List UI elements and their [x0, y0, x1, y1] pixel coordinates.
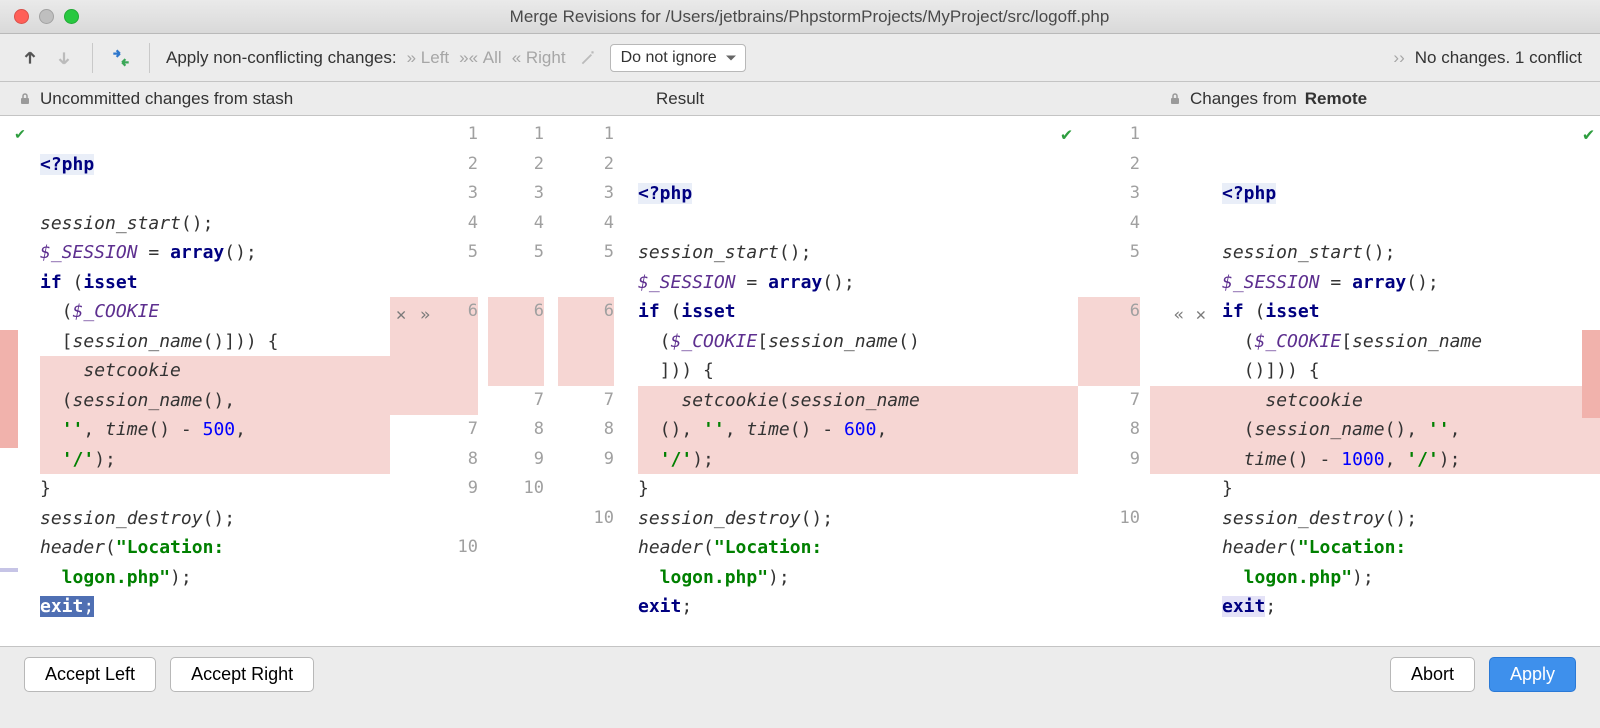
reject-left-icon[interactable]: ✕: [396, 301, 406, 331]
minimize-window-button[interactable]: [39, 9, 54, 24]
prev-diff-icon[interactable]: [18, 46, 42, 70]
check-icon: ✔: [1061, 120, 1072, 150]
window-titlebar: Merge Revisions for /Users/jetbrains/Php…: [0, 0, 1600, 34]
right-pane-header: Changes from Remote: [1150, 89, 1600, 109]
apply-nonconflict-label: Apply non-conflicting changes:: [166, 48, 397, 68]
traffic-lights: [0, 9, 79, 24]
ignore-whitespace-combo[interactable]: Do not ignore: [610, 44, 746, 72]
combo-value: Do not ignore: [621, 49, 717, 66]
merge-toolbar: Apply non-conflicting changes: » Left »«…: [0, 34, 1600, 82]
merge-diff-body: ✔ <?php session_start(); $_SESSION = arr…: [0, 116, 1600, 646]
lock-icon: [1168, 92, 1182, 106]
right-gutter: 12345 6«✕ 789 10: [1078, 116, 1150, 646]
close-window-button[interactable]: [14, 9, 29, 24]
left-marker-strip: ✔: [0, 116, 40, 646]
apply-button[interactable]: Apply: [1489, 657, 1576, 692]
apply-right-button[interactable]: « Right: [512, 48, 566, 68]
check-icon: ✔: [14, 126, 26, 143]
left-pane-header: Uncommitted changes from stash: [0, 89, 488, 109]
left-gutter: 12345 ✕»6 789 10: [390, 116, 488, 646]
separator: [92, 43, 93, 73]
separator: [149, 43, 150, 73]
right-code-pane[interactable]: ✔ <?php session_start(); $_SESSION = arr…: [1150, 116, 1600, 646]
magic-wand-icon[interactable]: [576, 46, 600, 70]
zoom-window-button[interactable]: [64, 9, 79, 24]
magic-resolve-icon[interactable]: [109, 46, 133, 70]
next-diff-icon[interactable]: [52, 46, 76, 70]
php-tag: <?php: [40, 154, 94, 175]
dialog-footer: Accept Left Accept Right Abort Apply: [0, 646, 1600, 702]
pane-headers: Uncommitted changes from stash Result Ch…: [0, 82, 1600, 116]
result-pane-title: Result: [656, 89, 704, 109]
middle-gutter: 12345 6 78910 12345 6 789 10: [488, 116, 638, 646]
window-title: Merge Revisions for /Users/jetbrains/Php…: [79, 7, 1600, 27]
left-pane-title: Uncommitted changes from stash: [40, 89, 293, 109]
merge-status: No changes. 1 conflict: [1415, 48, 1582, 68]
right-pane-title-prefix: Changes from: [1190, 89, 1297, 109]
abort-button[interactable]: Abort: [1390, 657, 1475, 692]
accept-left-button[interactable]: Accept Left: [24, 657, 156, 692]
right-pane-title-bold: Remote: [1305, 89, 1367, 109]
next-change-chevrons-icon[interactable]: ››: [1393, 48, 1404, 68]
lock-icon: [18, 92, 32, 106]
apply-all-button[interactable]: »« All: [459, 48, 502, 68]
result-pane-header: Result: [638, 89, 1078, 109]
accept-left-chunk-icon[interactable]: »: [420, 301, 430, 331]
accept-right-button[interactable]: Accept Right: [170, 657, 314, 692]
apply-left-button[interactable]: » Left: [407, 48, 450, 68]
check-icon: ✔: [1583, 120, 1594, 150]
left-code-pane[interactable]: <?php session_start(); $_SESSION = array…: [40, 116, 390, 646]
result-code-pane[interactable]: ✔ <?php session_start(); $_SESSION = arr…: [638, 116, 1078, 646]
